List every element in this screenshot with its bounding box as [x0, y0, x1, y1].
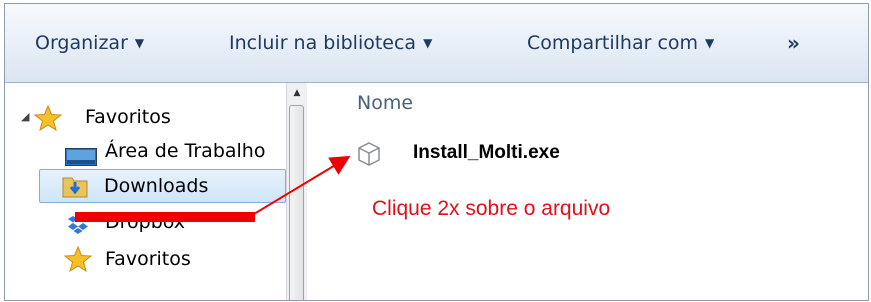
- explorer-window: Organizar ▼ Incluir na biblioteca ▼ Compar…: [4, 3, 869, 301]
- pointer-arrow: [248, 155, 351, 218]
